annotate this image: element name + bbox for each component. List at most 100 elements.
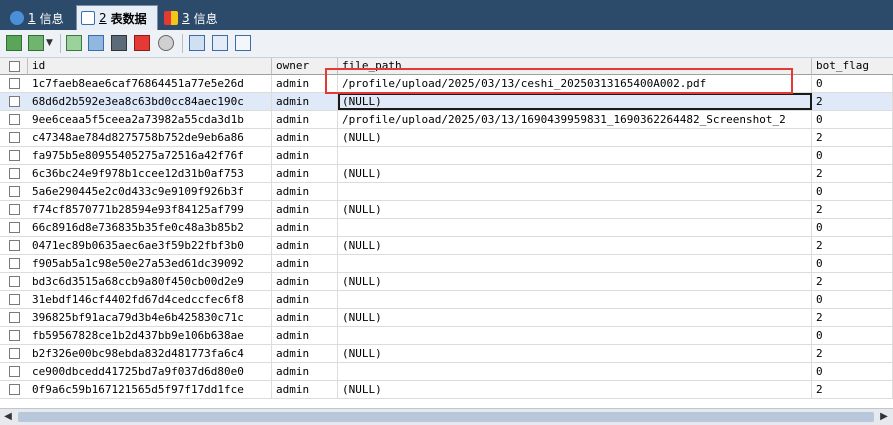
cell-bot-flag[interactable]: 2 — [812, 237, 893, 254]
cell-owner[interactable]: admin — [272, 183, 338, 200]
table-row[interactable]: fb59567828ce1b2d437bb9e106b638ae admin 0 — [0, 327, 893, 345]
table-row[interactable]: 31ebdf146cf4402fd67d4cedccfec6f8 admin 0 — [0, 291, 893, 309]
cell-file-path[interactable] — [338, 219, 812, 236]
row-checkbox[interactable] — [9, 294, 20, 305]
table-row[interactable]: c47348ae784d8275758b752de9eb6a86 admin (NU… — [0, 129, 893, 147]
cell-id[interactable]: fb59567828ce1b2d437bb9e106b638ae — [28, 327, 272, 344]
save-icon[interactable] — [111, 35, 127, 51]
cancel-icon[interactable] — [158, 35, 174, 51]
cell-id[interactable]: b2f326e00bc98ebda832d481773fa6c4 — [28, 345, 272, 362]
cell-file-path[interactable]: (NULL) — [338, 201, 812, 218]
table-row[interactable]: 1c7faeb8eae6caf76864451a77e5e26d admin/pr… — [0, 75, 893, 93]
cell-id[interactable]: 5a6e290445e2c0d433c9e9109f926b3f — [28, 183, 272, 200]
cell-id[interactable]: 68d6d2b592e3ea8c63bd0cc84aec190c — [28, 93, 272, 110]
row-checkbox[interactable] — [9, 132, 20, 143]
cell-file-path[interactable]: /profile/upload/2025/03/13/1690439959831… — [338, 111, 812, 128]
cell-id[interactable]: c47348ae784d8275758b752de9eb6a86 — [28, 129, 272, 146]
cell-file-path[interactable]: /profile/upload/2025/03/13/ceshi_2025031… — [338, 75, 812, 92]
select-all-header[interactable] — [0, 58, 28, 75]
cell-owner[interactable]: admin — [272, 363, 338, 380]
cell-bot-flag[interactable]: 2 — [812, 381, 893, 398]
row-checkbox[interactable] — [9, 258, 20, 269]
cell-id[interactable]: fa975b5e80955405275a72516a42f76f — [28, 147, 272, 164]
row-checkbox[interactable] — [9, 222, 20, 233]
cell-file-path[interactable]: (NULL) — [338, 345, 812, 362]
cell-owner[interactable]: admin — [272, 93, 338, 110]
column-header-file-path[interactable]: file_path — [338, 58, 812, 75]
cell-owner[interactable]: admin — [272, 165, 338, 182]
cell-bot-flag[interactable]: 0 — [812, 291, 893, 308]
cell-id[interactable]: ce900dbcedd41725bd7a9f037d6d80e0 — [28, 363, 272, 380]
row-checkbox[interactable] — [9, 276, 20, 287]
grid-view-icon[interactable] — [189, 35, 205, 51]
row-checkbox[interactable] — [9, 78, 20, 89]
table-row[interactable]: 6c36bc24e9f978b1ccee12d31b0af753 admin (NU… — [0, 165, 893, 183]
table-row[interactable]: 68d6d2b592e3ea8c63bd0cc84aec190c admin (NU… — [0, 93, 893, 111]
chevron-down-icon[interactable]: ▼ — [46, 35, 54, 51]
table-row[interactable]: 66c8916d8e736835b35fe0c48a3b85b2 admin 0 — [0, 219, 893, 237]
cell-file-path[interactable]: (NULL) — [338, 273, 812, 290]
cell-id[interactable]: bd3c6d3515a68ccb9a80f450cb00d2e9 — [28, 273, 272, 290]
cell-file-path[interactable]: (NULL) — [338, 309, 812, 326]
table-row[interactable]: f74cf8570771b28594e93f84125af799 admin (NU… — [0, 201, 893, 219]
cell-file-path[interactable]: (NULL) — [338, 165, 812, 182]
horizontal-scrollbar[interactable]: ◀ ▶ — [0, 408, 893, 425]
cell-owner[interactable]: admin — [272, 291, 338, 308]
cell-file-path[interactable]: (NULL) — [338, 93, 812, 110]
row-checkbox[interactable] — [9, 240, 20, 251]
cell-id[interactable]: f905ab5a1c98e50e27a53ed61dc39092 — [28, 255, 272, 272]
cell-id[interactable]: 0471ec89b0635aec6ae3f59b22fbf3b0 — [28, 237, 272, 254]
cell-file-path[interactable] — [338, 363, 812, 380]
table-row[interactable]: 396825bf91aca79d3b4e6b425830c71c admin (NU… — [0, 309, 893, 327]
scrollbar-thumb[interactable] — [18, 412, 874, 422]
row-checkbox[interactable] — [9, 384, 20, 395]
column-header-bot-flag[interactable]: bot_flag — [812, 58, 893, 75]
row-checkbox[interactable] — [9, 330, 20, 341]
row-checkbox[interactable] — [9, 186, 20, 197]
row-checkbox[interactable] — [9, 150, 20, 161]
table-row[interactable]: 0471ec89b0635aec6ae3f59b22fbf3b0 admin (NU… — [0, 237, 893, 255]
cell-owner[interactable]: admin — [272, 75, 338, 92]
cell-id[interactable]: 0f9a6c59b167121565d5f97f17dd1fce — [28, 381, 272, 398]
cell-bot-flag[interactable]: 2 — [812, 345, 893, 362]
cell-bot-flag[interactable]: 0 — [812, 255, 893, 272]
cell-bot-flag[interactable]: 0 — [812, 75, 893, 92]
cell-owner[interactable]: admin — [272, 255, 338, 272]
row-checkbox[interactable] — [9, 168, 20, 179]
table-row[interactable]: ce900dbcedd41725bd7a9f037d6d80e0 admin 0 — [0, 363, 893, 381]
table-row[interactable]: b2f326e00bc98ebda832d481773fa6c4 admin (NU… — [0, 345, 893, 363]
cell-id[interactable]: 31ebdf146cf4402fd67d4cedccfec6f8 — [28, 291, 272, 308]
cell-owner[interactable]: admin — [272, 219, 338, 236]
table-row[interactable]: 0f9a6c59b167121565d5f97f17dd1fce admin (NU… — [0, 381, 893, 399]
cell-file-path[interactable]: (NULL) — [338, 381, 812, 398]
cell-file-path[interactable] — [338, 291, 812, 308]
cell-bot-flag[interactable]: 2 — [812, 129, 893, 146]
table-row[interactable]: f905ab5a1c98e50e27a53ed61dc39092 admin 0 — [0, 255, 893, 273]
text-view-icon[interactable] — [235, 35, 251, 51]
cell-id[interactable]: 1c7faeb8eae6caf76864451a77e5e26d — [28, 75, 272, 92]
cell-bot-flag[interactable]: 2 — [812, 201, 893, 218]
cell-owner[interactable]: admin — [272, 273, 338, 290]
column-header-id[interactable]: id — [28, 58, 272, 75]
table-row[interactable]: bd3c6d3515a68ccb9a80f450cb00d2e9 admin (NU… — [0, 273, 893, 291]
table-row[interactable]: 5a6e290445e2c0d433c9e9109f926b3f admin 0 — [0, 183, 893, 201]
row-checkbox[interactable] — [9, 96, 20, 107]
cell-bot-flag[interactable]: 0 — [812, 147, 893, 164]
cell-owner[interactable]: admin — [272, 345, 338, 362]
tab-table-data[interactable]: 2 表数据 — [76, 5, 158, 30]
cell-owner[interactable]: admin — [272, 201, 338, 218]
cell-file-path[interactable] — [338, 255, 812, 272]
cell-bot-flag[interactable]: 2 — [812, 165, 893, 182]
table-row[interactable]: fa975b5e80955405275a72516a42f76f admin 0 — [0, 147, 893, 165]
cell-bot-flag[interactable]: 0 — [812, 219, 893, 236]
cell-id[interactable]: 9ee6ceaa5f5ceea2a73982a55cda3d1b — [28, 111, 272, 128]
cell-owner[interactable]: admin — [272, 129, 338, 146]
cell-file-path[interactable] — [338, 183, 812, 200]
cell-file-path[interactable]: (NULL) — [338, 129, 812, 146]
column-header-owner[interactable]: owner — [272, 58, 338, 75]
scroll-right-icon[interactable]: ▶ — [878, 411, 890, 423]
cell-owner[interactable]: admin — [272, 237, 338, 254]
cell-id[interactable]: 66c8916d8e736835b35fe0c48a3b85b2 — [28, 219, 272, 236]
cell-file-path[interactable] — [338, 147, 812, 164]
cell-owner[interactable]: admin — [272, 327, 338, 344]
